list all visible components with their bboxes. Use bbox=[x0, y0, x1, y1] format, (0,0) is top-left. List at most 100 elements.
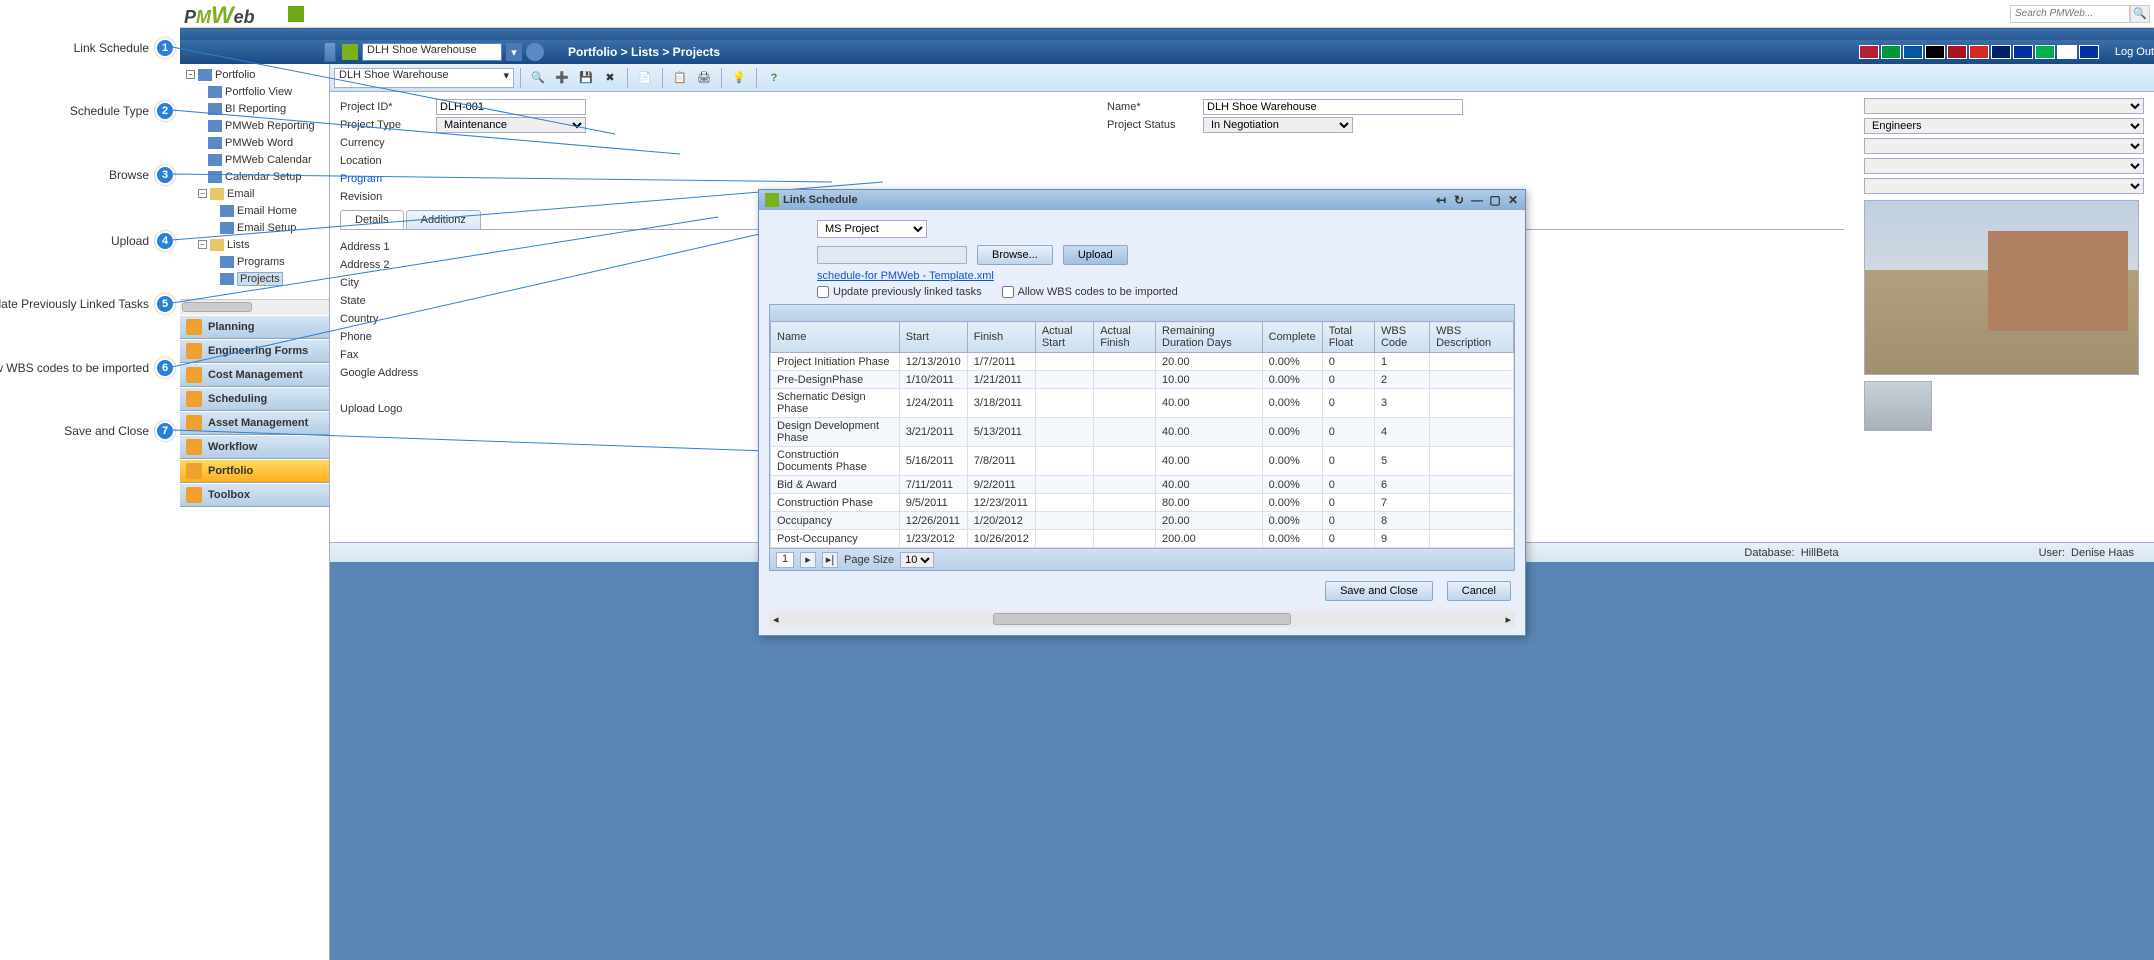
table-row[interactable]: Construction Documents Phase5/16/20117/8… bbox=[771, 447, 1514, 476]
next-page-icon[interactable]: ▸ bbox=[800, 552, 816, 568]
tree-item[interactable]: Programs bbox=[180, 253, 329, 270]
tree-root[interactable]: −Portfolio bbox=[180, 66, 329, 83]
schedule-type-select[interactable]: MS Project bbox=[817, 220, 927, 238]
tree-item[interactable]: Calendar Setup bbox=[180, 168, 329, 185]
module-scheduling[interactable]: Scheduling bbox=[180, 387, 329, 411]
table-row[interactable]: Construction Phase9/5/201112/23/201180.0… bbox=[771, 494, 1514, 512]
module-asset-management[interactable]: Asset Management bbox=[180, 411, 329, 435]
column-header[interactable]: Finish bbox=[967, 322, 1035, 353]
flag-icon[interactable] bbox=[2035, 45, 2055, 59]
tree-item[interactable]: BI Reporting bbox=[180, 100, 329, 117]
module-toolbox[interactable]: Toolbox bbox=[180, 483, 329, 507]
column-header[interactable]: Actual Start bbox=[1035, 322, 1093, 353]
modal-h-scrollbar[interactable]: ◂▸ bbox=[769, 611, 1515, 627]
page-number[interactable]: 1 bbox=[776, 552, 794, 568]
browse-button[interactable]: Browse... bbox=[977, 245, 1053, 265]
tree-item[interactable]: PMWeb Word bbox=[180, 134, 329, 151]
table-row[interactable]: Design Development Phase3/21/20115/13/20… bbox=[771, 418, 1514, 447]
table-row[interactable]: Pre-DesignPhase1/10/20111/21/201110.000.… bbox=[771, 371, 1514, 389]
flag-icon[interactable] bbox=[2013, 45, 2033, 59]
upload-button[interactable]: Upload bbox=[1063, 245, 1128, 265]
save-icon[interactable]: 💾 bbox=[575, 67, 597, 89]
column-header[interactable]: Remaining Duration Days bbox=[1156, 322, 1263, 353]
project-selector[interactable]: DLH Shoe Warehouse bbox=[362, 43, 502, 61]
right-select-1[interactable] bbox=[1864, 98, 2144, 114]
column-header[interactable]: WBS Description bbox=[1430, 322, 1514, 353]
tree-email[interactable]: −Email bbox=[180, 185, 329, 202]
project-type-select[interactable]: Maintenance bbox=[436, 117, 586, 133]
flag-icon[interactable] bbox=[1925, 45, 1945, 59]
home-icon[interactable] bbox=[288, 6, 304, 22]
project-selector-arrow-icon[interactable]: ▾ bbox=[506, 43, 522, 61]
logout-link[interactable]: Log Out bbox=[2115, 46, 2154, 58]
name-input[interactable] bbox=[1203, 99, 1463, 115]
print-icon[interactable]: 🖨 bbox=[693, 67, 715, 89]
table-row[interactable]: Schematic Design Phase1/24/20113/18/2011… bbox=[771, 389, 1514, 418]
save-and-close-button[interactable]: Save and Close bbox=[1325, 581, 1433, 601]
project-thumbnail[interactable] bbox=[1864, 381, 1932, 431]
close-icon[interactable]: ✕ bbox=[1507, 194, 1519, 206]
tree-item[interactable]: Email Home bbox=[180, 202, 329, 219]
module-workflow[interactable]: Workflow bbox=[180, 435, 329, 459]
template-file-link[interactable]: schedule-for PMWeb - Template.xml bbox=[817, 270, 994, 282]
module-engineering-forms[interactable]: Engineering Forms bbox=[180, 339, 329, 363]
idea-icon[interactable]: 💡 bbox=[728, 67, 750, 89]
refresh-icon[interactable]: ↻ bbox=[1453, 194, 1465, 206]
tab-additional[interactable]: Additionz bbox=[406, 210, 481, 229]
flag-icon[interactable] bbox=[1991, 45, 2011, 59]
help-icon[interactable]: ? bbox=[763, 67, 785, 89]
tree-scrollbar[interactable] bbox=[180, 299, 329, 315]
status-select[interactable]: In Negotiation bbox=[1203, 117, 1353, 133]
flag-icon[interactable] bbox=[2057, 45, 2077, 59]
column-header[interactable]: Complete bbox=[1262, 322, 1322, 353]
column-header[interactable]: Total Float bbox=[1322, 322, 1374, 353]
flag-icon[interactable] bbox=[1881, 45, 1901, 59]
tree-item[interactable]: Portfolio View bbox=[180, 83, 329, 100]
table-row[interactable]: Occupancy12/26/20111/20/201220.000.00%08 bbox=[771, 512, 1514, 530]
search-input[interactable] bbox=[2010, 5, 2130, 23]
right-select-5[interactable] bbox=[1864, 178, 2144, 194]
page-size-select[interactable]: 10 bbox=[900, 552, 934, 568]
table-row[interactable]: Project Initiation Phase12/13/20101/7/20… bbox=[771, 353, 1514, 371]
column-header[interactable]: Start bbox=[899, 322, 967, 353]
flag-icon[interactable] bbox=[2079, 45, 2099, 59]
tab-details[interactable]: Details bbox=[340, 210, 404, 229]
column-header[interactable]: WBS Code bbox=[1374, 322, 1429, 353]
allow-wbs-check[interactable]: Allow WBS codes to be imported bbox=[1002, 286, 1178, 298]
tree-item[interactable]: PMWeb Reporting bbox=[180, 117, 329, 134]
maximize-icon[interactable]: ▢ bbox=[1489, 194, 1501, 206]
flag-icon[interactable] bbox=[1969, 45, 1989, 59]
module-planning[interactable]: Planning bbox=[180, 315, 329, 339]
right-select-3[interactable] bbox=[1864, 138, 2144, 154]
flag-icon[interactable] bbox=[1859, 45, 1879, 59]
tree-item[interactable]: Projects bbox=[180, 270, 329, 287]
tree-item[interactable]: PMWeb Calendar bbox=[180, 151, 329, 168]
expand-sidebar-icon[interactable] bbox=[324, 42, 336, 62]
last-page-icon[interactable]: ▸| bbox=[822, 552, 838, 568]
delete-icon[interactable]: ✖ bbox=[599, 67, 621, 89]
copy-icon[interactable]: 📄 bbox=[634, 67, 656, 89]
cancel-button[interactable]: Cancel bbox=[1447, 581, 1511, 601]
file-path-input[interactable] bbox=[817, 246, 967, 264]
module-cost-management[interactable]: Cost Management bbox=[180, 363, 329, 387]
table-row[interactable]: Post-Occupancy1/23/201210/26/2012200.000… bbox=[771, 530, 1514, 548]
tree-item[interactable]: Email Setup bbox=[180, 219, 329, 236]
link-schedule-icon[interactable] bbox=[526, 43, 544, 61]
pin-icon[interactable]: ↤ bbox=[1435, 194, 1447, 206]
right-engineers-select[interactable]: Engineers bbox=[1864, 118, 2144, 134]
table-row[interactable]: Bid & Award7/11/20119/2/201140.000.00%06 bbox=[771, 476, 1514, 494]
project-id-input[interactable] bbox=[436, 99, 586, 115]
flag-icon[interactable] bbox=[1947, 45, 1967, 59]
update-linked-check[interactable]: Update previously linked tasks bbox=[817, 286, 982, 298]
flag-icon[interactable] bbox=[1903, 45, 1923, 59]
right-select-4[interactable] bbox=[1864, 158, 2144, 174]
tree-lists[interactable]: −Lists bbox=[180, 236, 329, 253]
toolbar-record-select[interactable]: DLH Shoe Warehouse ▾ bbox=[334, 68, 514, 88]
column-header[interactable]: Name bbox=[771, 322, 900, 353]
add-icon[interactable]: ➕ bbox=[551, 67, 573, 89]
program-link[interactable]: Program bbox=[340, 173, 436, 185]
search-icon[interactable]: 🔍 bbox=[527, 67, 549, 89]
clipboard-icon[interactable]: 📋 bbox=[669, 67, 691, 89]
column-header[interactable]: Actual Finish bbox=[1094, 322, 1156, 353]
search-button[interactable]: 🔍 bbox=[2130, 5, 2150, 23]
